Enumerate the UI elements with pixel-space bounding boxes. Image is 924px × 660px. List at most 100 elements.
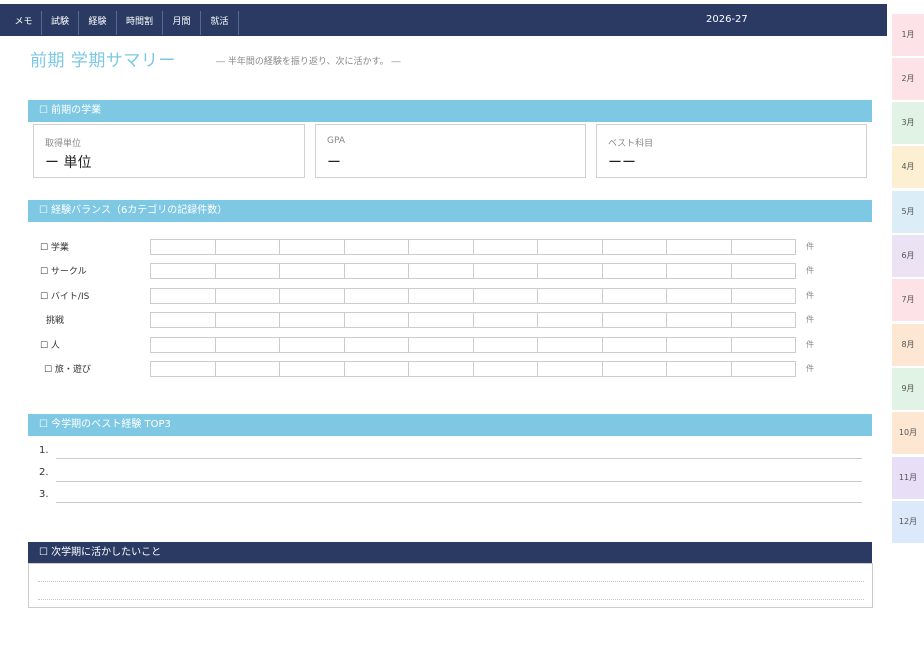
balance-cell[interactable] xyxy=(280,264,345,278)
balance-cell[interactable] xyxy=(732,338,796,352)
balance-cell[interactable] xyxy=(667,338,732,352)
nav-tab-experience[interactable]: 経験 xyxy=(79,11,117,35)
balance-cell[interactable] xyxy=(732,362,796,376)
balance-cell[interactable] xyxy=(474,338,538,352)
month-tab-4[interactable]: 4月 xyxy=(892,146,924,188)
balance-grid-academics[interactable] xyxy=(150,239,796,255)
balance-cell[interactable] xyxy=(538,362,603,376)
month-tab-2[interactable]: 2月 xyxy=(892,58,924,100)
balance-cell[interactable] xyxy=(538,240,603,254)
balance-cell[interactable] xyxy=(732,313,796,327)
balance-cell[interactable] xyxy=(603,313,667,327)
balance-cell[interactable] xyxy=(280,289,345,303)
balance-cell[interactable] xyxy=(345,264,409,278)
balance-cell[interactable] xyxy=(603,338,667,352)
balance-cell[interactable] xyxy=(538,264,603,278)
top3-entry-line-1[interactable] xyxy=(56,458,862,459)
nav-tab-monthly[interactable]: 月間 xyxy=(163,11,201,35)
balance-grid-circle[interactable] xyxy=(150,263,796,279)
balance-cell[interactable] xyxy=(151,338,216,352)
balance-cell[interactable] xyxy=(345,289,409,303)
balance-section-header: ☐ 経験バランス（6カテゴリの記録件数） xyxy=(28,200,872,222)
balance-cell[interactable] xyxy=(603,289,667,303)
balance-cell[interactable] xyxy=(667,362,732,376)
balance-cell[interactable] xyxy=(538,313,603,327)
best-subject-box[interactable]: ベスト科目 ーー xyxy=(596,124,867,178)
balance-cell[interactable] xyxy=(538,289,603,303)
gpa-box[interactable]: GPA ー xyxy=(315,124,586,178)
next-semester-section-header: ☐ 次学期に活かしたいこと xyxy=(28,542,872,564)
balance-unit-challenge: 件 xyxy=(806,315,814,324)
balance-cell[interactable] xyxy=(603,264,667,278)
balance-cell[interactable] xyxy=(280,338,345,352)
nav-tab-timetable[interactable]: 時間割 xyxy=(117,11,163,35)
balance-cell[interactable] xyxy=(474,289,538,303)
balance-cell[interactable] xyxy=(538,338,603,352)
month-tab-11[interactable]: 11月 xyxy=(892,457,924,499)
gpa-label: GPA xyxy=(327,136,345,146)
month-tab-10[interactable]: 10月 xyxy=(892,412,924,454)
balance-label-people: ☐ 人 xyxy=(40,341,60,351)
balance-cell[interactable] xyxy=(667,313,732,327)
balance-cell[interactable] xyxy=(603,240,667,254)
balance-cell[interactable] xyxy=(280,313,345,327)
balance-cell[interactable] xyxy=(667,264,732,278)
balance-cell[interactable] xyxy=(732,289,796,303)
balance-cell[interactable] xyxy=(280,240,345,254)
balance-cell[interactable] xyxy=(151,264,216,278)
month-tab-8[interactable]: 8月 xyxy=(892,324,924,366)
month-tab-7[interactable]: 7月 xyxy=(892,279,924,321)
balance-grid-travel[interactable] xyxy=(150,361,796,377)
balance-cell[interactable] xyxy=(474,362,538,376)
nav-tab-job-hunting[interactable]: 就活 xyxy=(201,11,239,35)
top3-entry-line-3[interactable] xyxy=(56,502,862,503)
balance-cell[interactable] xyxy=(151,362,216,376)
balance-cell[interactable] xyxy=(732,264,796,278)
month-tab-9[interactable]: 9月 xyxy=(892,368,924,410)
month-tab-5[interactable]: 5月 xyxy=(892,191,924,233)
balance-cell[interactable] xyxy=(151,289,216,303)
balance-grid-people[interactable] xyxy=(150,337,796,353)
balance-cell[interactable] xyxy=(603,362,667,376)
balance-grid-parttime[interactable] xyxy=(150,288,796,304)
balance-cell[interactable] xyxy=(216,338,280,352)
month-tab-1[interactable]: 1月 xyxy=(892,14,924,56)
best-subject-label: ベスト科目 xyxy=(608,139,654,149)
credits-label: 取得単位 xyxy=(45,139,82,149)
balance-cell[interactable] xyxy=(667,240,732,254)
balance-cell[interactable] xyxy=(216,289,280,303)
balance-label-academics: ☐ 学業 xyxy=(40,243,69,253)
top3-entry-line-2[interactable] xyxy=(56,481,862,482)
balance-cell[interactable] xyxy=(216,240,280,254)
balance-cell[interactable] xyxy=(409,264,474,278)
balance-cell[interactable] xyxy=(474,313,538,327)
balance-cell[interactable] xyxy=(409,338,474,352)
month-tab-12[interactable]: 12月 xyxy=(892,501,924,543)
balance-cell[interactable] xyxy=(409,289,474,303)
balance-cell[interactable] xyxy=(345,313,409,327)
balance-cell[interactable] xyxy=(216,313,280,327)
balance-cell[interactable] xyxy=(474,264,538,278)
balance-cell[interactable] xyxy=(151,313,216,327)
balance-cell[interactable] xyxy=(280,362,345,376)
balance-cell[interactable] xyxy=(345,338,409,352)
balance-cell[interactable] xyxy=(345,362,409,376)
balance-cell[interactable] xyxy=(732,240,796,254)
balance-cell[interactable] xyxy=(667,289,732,303)
balance-cell[interactable] xyxy=(345,240,409,254)
balance-cell[interactable] xyxy=(216,362,280,376)
balance-cell[interactable] xyxy=(409,313,474,327)
nav-tab-exam[interactable]: 試験 xyxy=(42,11,79,35)
balance-cell[interactable] xyxy=(409,240,474,254)
balance-cell[interactable] xyxy=(474,240,538,254)
credits-box[interactable]: 取得単位 ー 単位 xyxy=(33,124,305,178)
credits-value: ー 単位 xyxy=(45,155,92,171)
nav-tab-memo[interactable]: メモ xyxy=(6,11,42,35)
balance-cell[interactable] xyxy=(409,362,474,376)
balance-grid-challenge[interactable] xyxy=(150,312,796,328)
next-semester-notes-box[interactable] xyxy=(28,563,873,608)
month-tab-6[interactable]: 6月 xyxy=(892,235,924,277)
month-tab-3[interactable]: 3月 xyxy=(892,102,924,144)
balance-cell[interactable] xyxy=(216,264,280,278)
balance-cell[interactable] xyxy=(151,240,216,254)
